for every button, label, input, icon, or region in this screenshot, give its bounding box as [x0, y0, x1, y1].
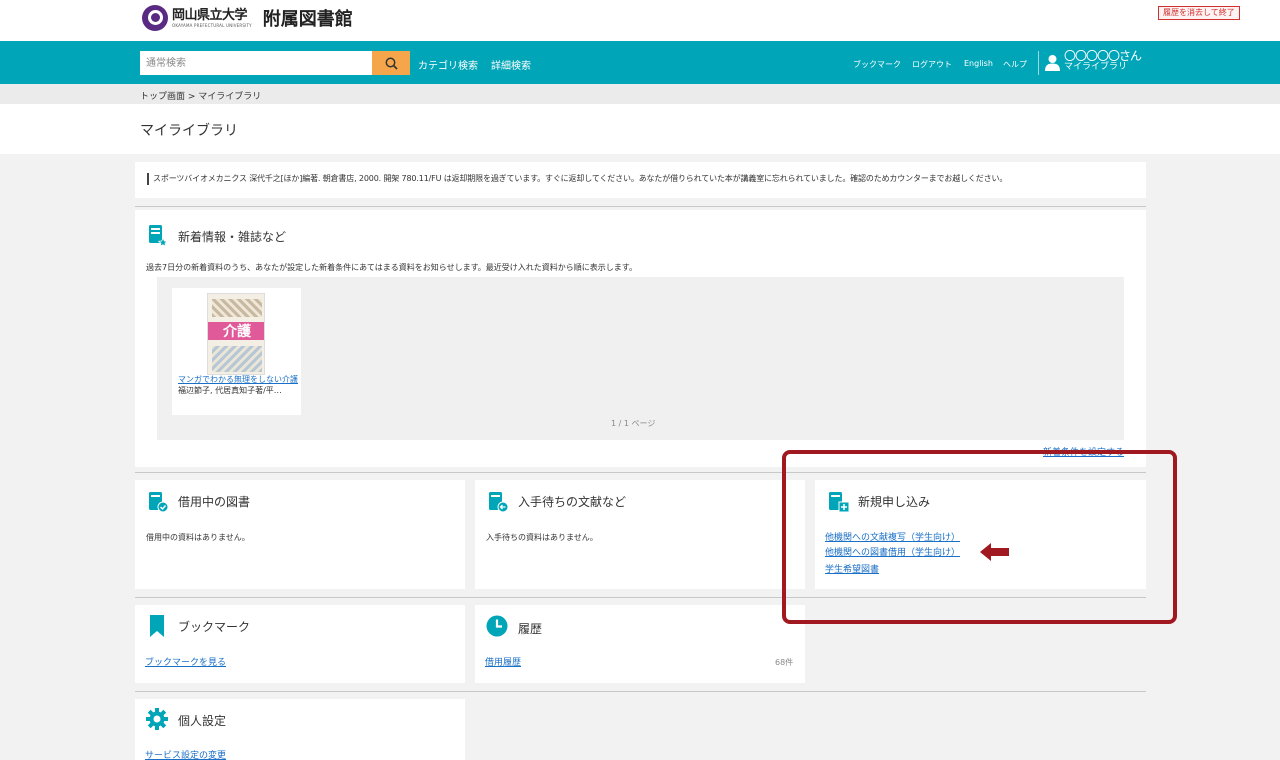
- university-name: 岡山県立大学: [172, 7, 248, 23]
- waiting-card: 入手待ちの文献など 入手待ちの資料はありません。: [475, 480, 805, 589]
- pager: 1 / 1 ページ: [611, 419, 656, 428]
- english-link[interactable]: English: [964, 59, 993, 68]
- notice-text: スポーツバイオメカニクス 深代千之[ほか]編著. 朝倉書店, 2000. 開架 …: [153, 174, 1008, 183]
- divider: [135, 206, 1146, 207]
- user-menu[interactable]: 〇〇〇〇〇さん マイライブラリ: [1064, 49, 1142, 73]
- waiting-empty-text: 入手待ちの資料はありません。: [486, 533, 598, 542]
- bookmark-icon: [150, 615, 164, 637]
- breadcrumb[interactable]: トップ画面 > マイライブラリ: [140, 89, 261, 102]
- book-author: 福辺節子, 代居真知子著/平…: [178, 386, 282, 395]
- clock-icon: [486, 615, 508, 637]
- loans-title: 借用中の図書: [178, 495, 251, 509]
- help-link[interactable]: ヘルプ: [1003, 59, 1027, 70]
- user-name: 〇〇〇〇〇さん: [1064, 49, 1142, 63]
- library-logo[interactable]: 岡山県立大学 OKAYAMA PREFECTURAL UNIVERSITY 附属…: [142, 4, 353, 32]
- history-card: 履歴 借用履歴 68件: [475, 605, 805, 683]
- top-bar: 岡山県立大学 OKAYAMA PREFECTURAL UNIVERSITY 附属…: [0, 0, 1280, 41]
- new-arrivals-description: 過去7日分の新着資料のうち、あなたが設定した新着条件にあてはまる資料をお知らせし…: [146, 263, 638, 272]
- category-search-link[interactable]: カテゴリ検索: [418, 57, 478, 72]
- new-arrivals-title: 新着情報・雑誌など: [178, 230, 287, 244]
- book-arrow-icon: [489, 492, 509, 513]
- new-arrivals-section: 新着情報・雑誌など 過去7日分の新着資料のうち、あなたが設定した新着条件にあては…: [135, 210, 1146, 467]
- waiting-title: 入手待ちの文献など: [518, 495, 627, 509]
- mylibrary-label: マイライブラリ: [1064, 62, 1128, 72]
- notice-marker: [147, 173, 149, 185]
- bookmark-card: ブックマーク ブックマークを見る: [135, 605, 465, 683]
- loans-card: 借用中の図書 借用中の資料はありません。: [135, 480, 465, 589]
- nav-bar: カテゴリ検索 詳細検索 ブックマーク ログアウト English ヘルプ 〇〇〇…: [0, 41, 1280, 84]
- logout-link[interactable]: ログアウト: [912, 59, 952, 70]
- clear-history-exit-button[interactable]: 履歴を消去して終了: [1158, 6, 1240, 20]
- book-check-icon: [149, 492, 169, 513]
- pointer-arrow-icon: [980, 543, 1009, 561]
- advanced-search-link[interactable]: 詳細検索: [491, 57, 531, 72]
- breadcrumb-bar: トップ画面 > マイライブラリ: [0, 84, 1280, 104]
- search-button[interactable]: [372, 51, 410, 75]
- divider: [135, 691, 1146, 692]
- nav-divider: [1038, 51, 1039, 75]
- overdue-notice: スポーツバイオメカニクス 深代千之[ほか]編著. 朝倉書店, 2000. 開架 …: [135, 162, 1146, 198]
- settings-card: 個人設定 サービス設定の変更: [135, 699, 465, 760]
- university-subtitle: OKAYAMA PREFECTURAL UNIVERSITY: [172, 22, 252, 28]
- history-count: 68件: [775, 658, 794, 667]
- library-name: 附属図書館: [262, 9, 353, 30]
- book-title-link[interactable]: マンガでわかる無理をしない介護: [178, 374, 298, 385]
- search-icon: [385, 57, 398, 70]
- bookmark-title: ブックマーク: [178, 620, 251, 634]
- settings-title: 個人設定: [178, 714, 227, 728]
- page-title: マイライブラリ: [140, 123, 238, 139]
- new-arrivals-icon: [149, 225, 169, 246]
- search-input[interactable]: [140, 51, 372, 75]
- loan-history-link[interactable]: 借用履歴: [485, 655, 521, 668]
- new-arrivals-list: 介護 マンガでわかる無理をしない介護 福辺節子, 代居真知子著/平… 1 / 1…: [157, 277, 1124, 440]
- view-bookmarks-link[interactable]: ブックマークを見る: [145, 655, 226, 668]
- gear-icon: [146, 708, 168, 730]
- user-icon[interactable]: [1044, 54, 1061, 71]
- title-bar: マイライブラリ: [0, 104, 1280, 154]
- book-card[interactable]: 介護 マンガでわかる無理をしない介護 福辺節子, 代居真知子著/平…: [172, 288, 301, 415]
- loans-empty-text: 借用中の資料はありません。: [146, 533, 250, 542]
- university-logo-icon: [142, 5, 168, 31]
- book-cover-image[interactable]: 介護: [207, 293, 265, 375]
- bookmark-link[interactable]: ブックマーク: [853, 59, 901, 70]
- cover-title: 介護: [223, 324, 251, 340]
- history-title: 履歴: [518, 622, 543, 636]
- highlight-box: [782, 450, 1177, 624]
- service-settings-link[interactable]: サービス設定の変更: [145, 748, 226, 760]
